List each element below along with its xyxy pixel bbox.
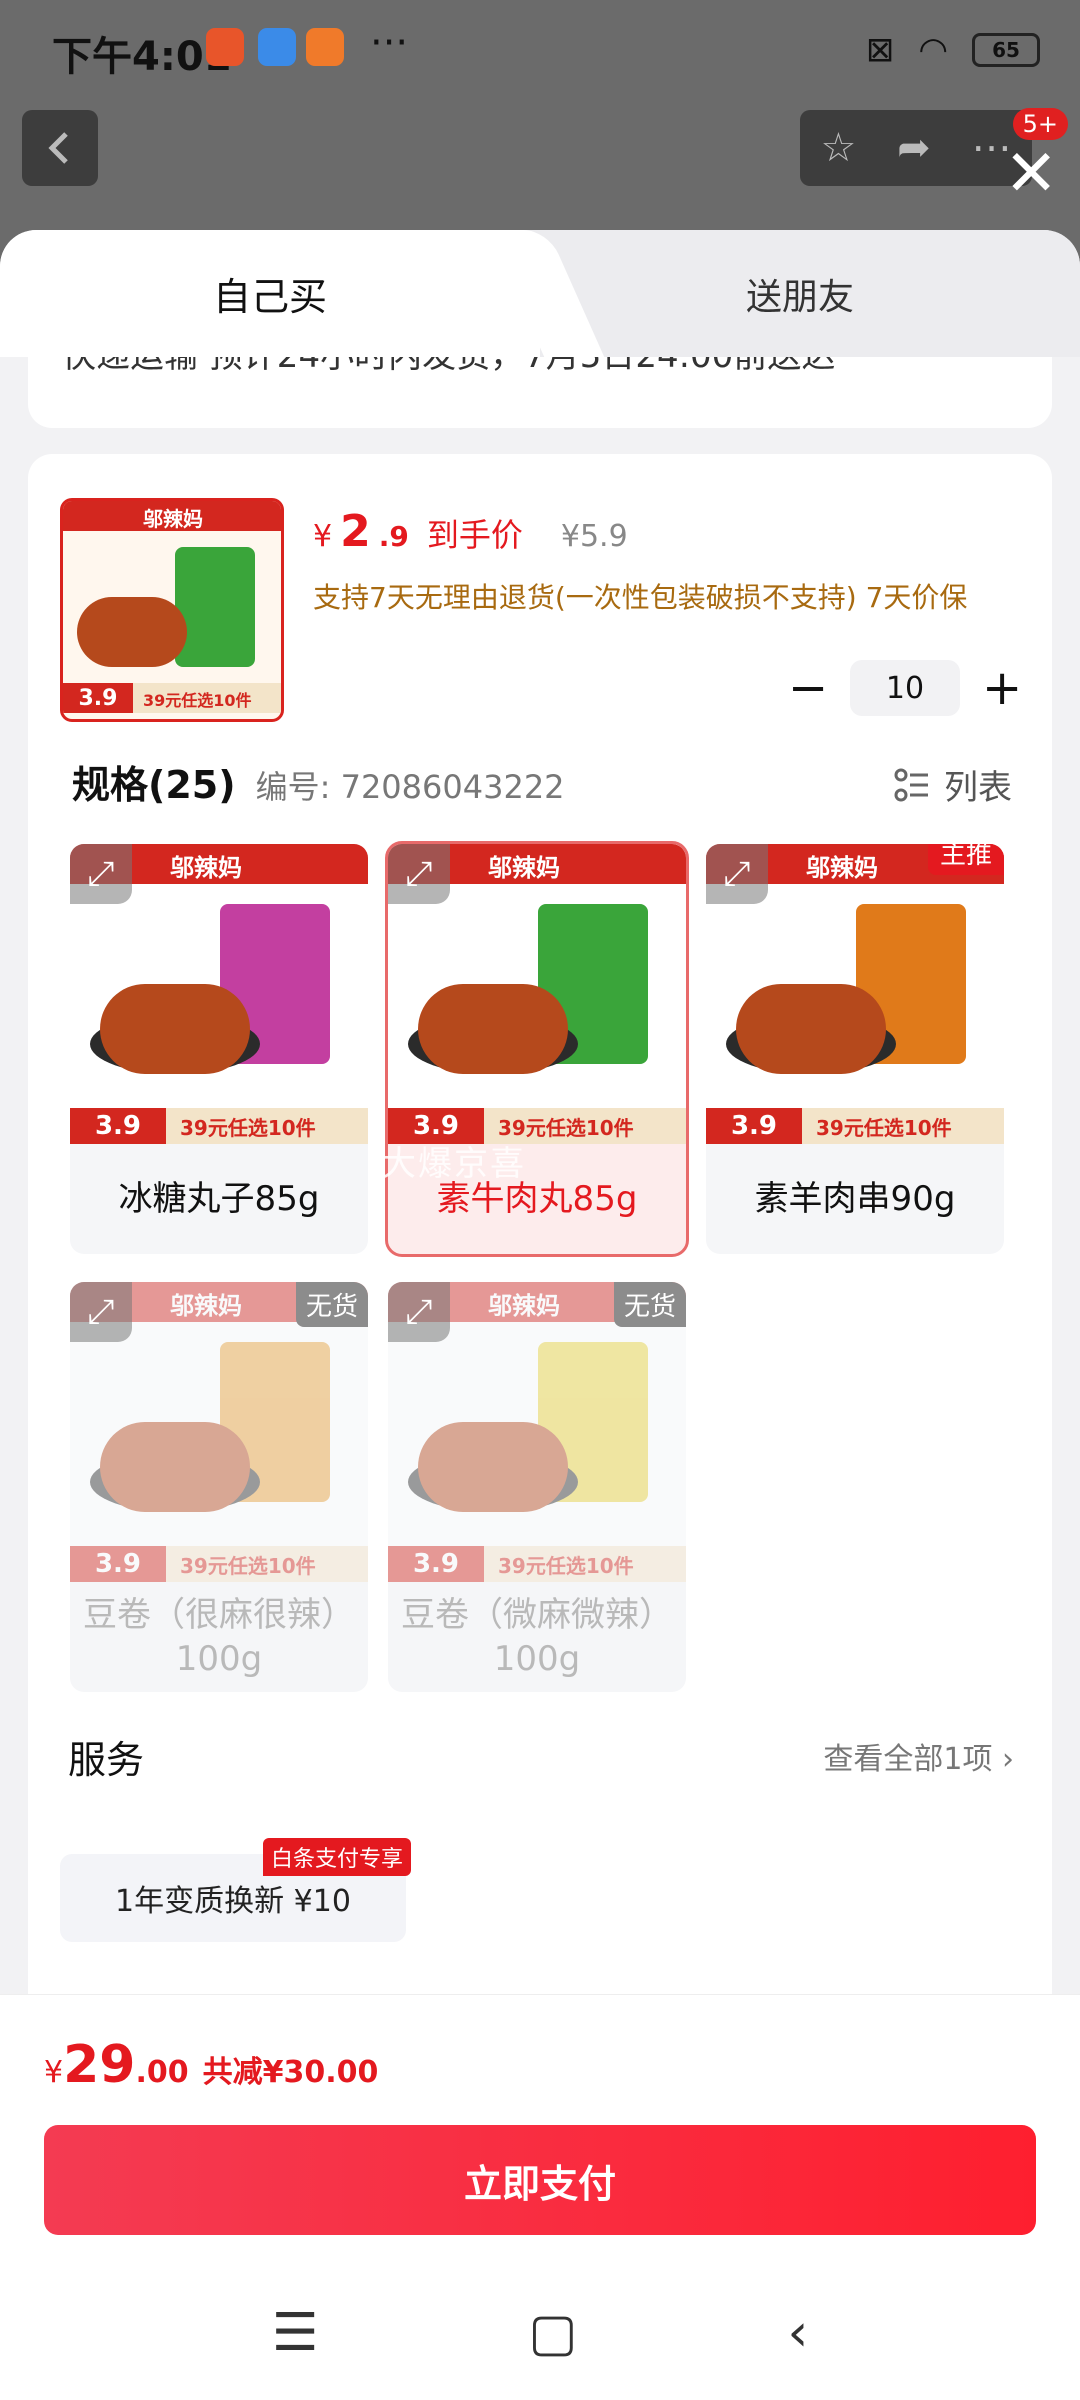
thumb-promo: 39元任选10件 bbox=[143, 691, 252, 710]
pay-now-button[interactable]: 立即支付 bbox=[44, 2125, 1036, 2235]
status-bar: 下午4:01 ··· ⊠ ◠ 65 bbox=[0, 0, 1080, 100]
product-card: 邬辣妈 3.9 39元任选10件 ¥2.9 到手价 ¥5.9 支持7天无理由退货… bbox=[28, 454, 1052, 2054]
food-image bbox=[736, 984, 886, 1074]
brand-logo: 邬辣妈 bbox=[488, 854, 560, 882]
quantity-input[interactable]: 10 bbox=[850, 660, 960, 716]
return-policy: 支持7天无理由退货(一次性包装破损不支持) 7天价保 bbox=[313, 581, 968, 614]
favorite-star-icon[interactable]: ☆ bbox=[820, 125, 856, 171]
food-image bbox=[77, 597, 187, 667]
more-notifications-icon: ··· bbox=[370, 20, 409, 66]
food-image bbox=[100, 984, 250, 1074]
tab-send-friend[interactable]: 送朋友 bbox=[520, 230, 1080, 357]
total-currency: ¥ bbox=[44, 2055, 64, 2090]
purchase-tabs: 送朋友 自己买 bbox=[0, 230, 1080, 357]
brand-logo: 邬辣妈 bbox=[170, 854, 242, 882]
total-price: ¥29.00 共减¥30.00 bbox=[44, 2035, 378, 2095]
home-nav-icon[interactable]: ▢ bbox=[528, 2303, 577, 2363]
tab-send-friend-label: 送朋友 bbox=[745, 276, 854, 318]
quantity-stepper: − 10 + bbox=[788, 660, 1022, 716]
view-all-label: 查看全部1项 bbox=[823, 1742, 993, 1777]
spec-title: 规格(25) bbox=[72, 763, 236, 807]
expand-icon[interactable]: ⤢ bbox=[706, 844, 768, 904]
battery-icon: 65 bbox=[972, 33, 1040, 67]
total-saving: 共减¥30.00 bbox=[202, 2055, 379, 2090]
total-integer: 29 bbox=[63, 2035, 136, 2095]
product-code: 编号: 72086043222 bbox=[255, 768, 565, 806]
variant-promo: 39元任选10件 bbox=[180, 1116, 316, 1140]
variant-label: 冰糖丸子85g bbox=[118, 1179, 320, 1219]
price-integer: 2 bbox=[340, 506, 371, 557]
variant-label: 豆卷（很麻很辣）100g bbox=[83, 1595, 355, 1679]
variant-label: 素羊肉串90g bbox=[754, 1179, 956, 1219]
back-nav-icon[interactable]: ‹ bbox=[787, 2303, 808, 2363]
tab-buy-self-label: 自己买 bbox=[212, 275, 327, 319]
variant-option[interactable]: 邬辣妈 3.9 39元任选10件 ⤢ 素羊肉串90g 主推 bbox=[706, 844, 1004, 1254]
variant-option[interactable]: 邬辣妈 3.9 39元任选10件 ⤢ 素牛肉丸85g bbox=[385, 841, 689, 1257]
shopping-app-icon bbox=[306, 28, 344, 66]
brand-logo: 邬辣妈 bbox=[143, 507, 203, 531]
no-sim-icon: ⊠ bbox=[865, 30, 895, 70]
services-title: 服务 bbox=[68, 1738, 145, 1782]
wifi-icon: ◠ bbox=[918, 30, 948, 70]
list-icon bbox=[894, 768, 928, 801]
price-decimal: .9 bbox=[378, 520, 409, 553]
list-label: 列表 bbox=[944, 768, 1012, 808]
spec-header: 规格(25) 编号: 72086043222 bbox=[72, 754, 565, 809]
variant-label: 豆卷（微麻微辣）100g bbox=[401, 1595, 673, 1679]
back-button[interactable] bbox=[22, 110, 98, 186]
total-decimal: .00 bbox=[135, 2055, 189, 2090]
original-price: ¥5.9 bbox=[560, 519, 628, 554]
list-view-toggle[interactable]: 列表 bbox=[894, 760, 1012, 809]
variant-price: 3.9 bbox=[70, 1108, 166, 1144]
variant-promo: 39元任选10件 bbox=[180, 1554, 316, 1578]
watermark: 大爆京喜 bbox=[382, 1144, 526, 1184]
tab-buy-self[interactable]: 自己买 bbox=[0, 230, 540, 357]
variant-price: 3.9 bbox=[706, 1108, 802, 1144]
final-price-label: 到手价 bbox=[426, 516, 523, 554]
page-toolbar: ☆ ➦ ⋯ bbox=[800, 110, 1032, 186]
increase-quantity-button[interactable]: + bbox=[982, 660, 1022, 716]
variant-option: 邬辣妈 3.9 39元任选10件 ⤢ 豆卷（微麻微辣）100g 无货 bbox=[388, 1282, 686, 1692]
price-row: ¥2.9 到手价 ¥5.9 bbox=[313, 506, 628, 557]
chevron-right-icon: › bbox=[1002, 1742, 1014, 1777]
currency-symbol: ¥ bbox=[313, 519, 333, 554]
expand-icon[interactable]: ⤢ bbox=[70, 1282, 132, 1342]
share-icon[interactable]: ➦ bbox=[897, 125, 931, 171]
status-time: 下午4:01 bbox=[52, 34, 232, 80]
recommended-badge: 主推 bbox=[927, 844, 1004, 875]
exclusive-tag: 白条支付专享 bbox=[263, 1838, 412, 1876]
view-all-services-link[interactable]: 查看全部1项 › bbox=[823, 1734, 1014, 1778]
variant-price: 3.9 bbox=[388, 1546, 484, 1582]
message-count-badge: 5+ bbox=[1012, 108, 1068, 140]
decrease-quantity-button[interactable]: − bbox=[788, 660, 828, 716]
variant-promo: 39元任选10件 bbox=[816, 1116, 952, 1140]
brand-logo: 邬辣妈 bbox=[806, 854, 878, 882]
food-image bbox=[100, 1422, 250, 1512]
brand-logo: 邬辣妈 bbox=[488, 1292, 560, 1320]
out-of-stock-badge: 无货 bbox=[295, 1282, 368, 1327]
expand-icon[interactable]: ⤢ bbox=[70, 844, 132, 904]
variant-option: 邬辣妈 3.9 39元任选10件 ⤢ 豆卷（很麻很辣）100g 无货 bbox=[70, 1282, 368, 1692]
food-image bbox=[418, 1422, 568, 1512]
delivery-card: 快递运输 预计24小时内发货，7月5日24:00前送达 bbox=[28, 350, 1052, 428]
package-image bbox=[175, 547, 255, 667]
expand-icon[interactable]: ⤢ bbox=[388, 844, 450, 904]
close-sheet-button[interactable]: ✕ bbox=[1004, 142, 1058, 206]
food-image bbox=[418, 984, 568, 1074]
system-nav-bar: ☰ ▢ ‹ bbox=[0, 2265, 1080, 2400]
variant-price: 3.9 bbox=[70, 1546, 166, 1582]
expand-icon[interactable]: ⤢ bbox=[388, 1282, 450, 1342]
variant-option[interactable]: 邬辣妈 3.9 39元任选10件 ⤢ 冰糖丸子85g bbox=[70, 844, 368, 1254]
app-notification-icon bbox=[206, 28, 244, 66]
brand-logo: 邬辣妈 bbox=[170, 1292, 242, 1320]
product-thumbnail[interactable]: 邬辣妈 3.9 39元任选10件 bbox=[60, 498, 284, 722]
cloud-app-icon bbox=[258, 28, 296, 66]
thumb-price: 3.9 bbox=[63, 683, 133, 713]
variant-promo: 39元任选10件 bbox=[498, 1554, 634, 1578]
menu-nav-icon[interactable]: ☰ bbox=[272, 2303, 319, 2363]
checkout-bar: ¥29.00 共减¥30.00 立即支付 ☰ ▢ ‹ bbox=[0, 1994, 1080, 2400]
out-of-stock-badge: 无货 bbox=[613, 1282, 686, 1327]
purchase-sheet: 快递运输 预计24小时内发货，7月5日24:00前送达 送朋友 自己买 邬辣妈 … bbox=[0, 230, 1080, 2400]
